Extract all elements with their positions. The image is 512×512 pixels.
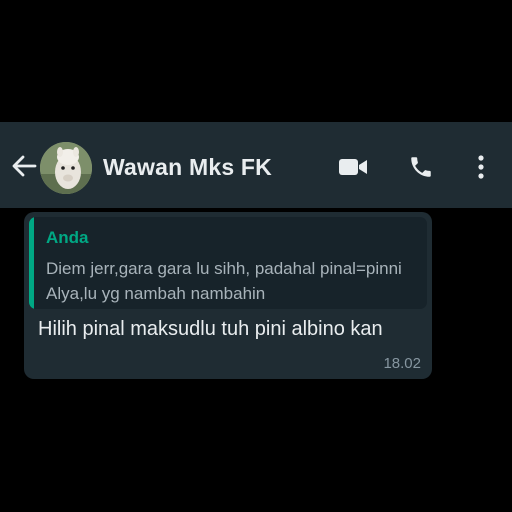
more-options-icon[interactable] [466, 152, 496, 182]
message-bubble[interactable]: Anda Diem jerr,gara gara lu sihh, padaha… [24, 212, 432, 379]
message-timestamp: 18.02 [383, 355, 421, 372]
back-arrow-icon[interactable] [10, 152, 38, 180]
quoted-author: Anda [46, 228, 89, 247]
voice-call-icon[interactable] [406, 152, 436, 182]
message-text: Hilih pinal maksudlu tuh pini albino kan [38, 318, 383, 340]
video-call-icon[interactable] [338, 152, 368, 182]
quote-accent-bar [29, 217, 34, 309]
contact-name[interactable]: Wawan Mks FK [103, 154, 272, 181]
quoted-text: Diem jerr,gara gara lu sihh, padahal pin… [46, 259, 402, 303]
contact-avatar[interactable] [40, 142, 92, 194]
chat-header: Wawan Mks FK [0, 122, 512, 208]
quoted-message[interactable]: Anda Diem jerr,gara gara lu sihh, padaha… [29, 217, 427, 309]
